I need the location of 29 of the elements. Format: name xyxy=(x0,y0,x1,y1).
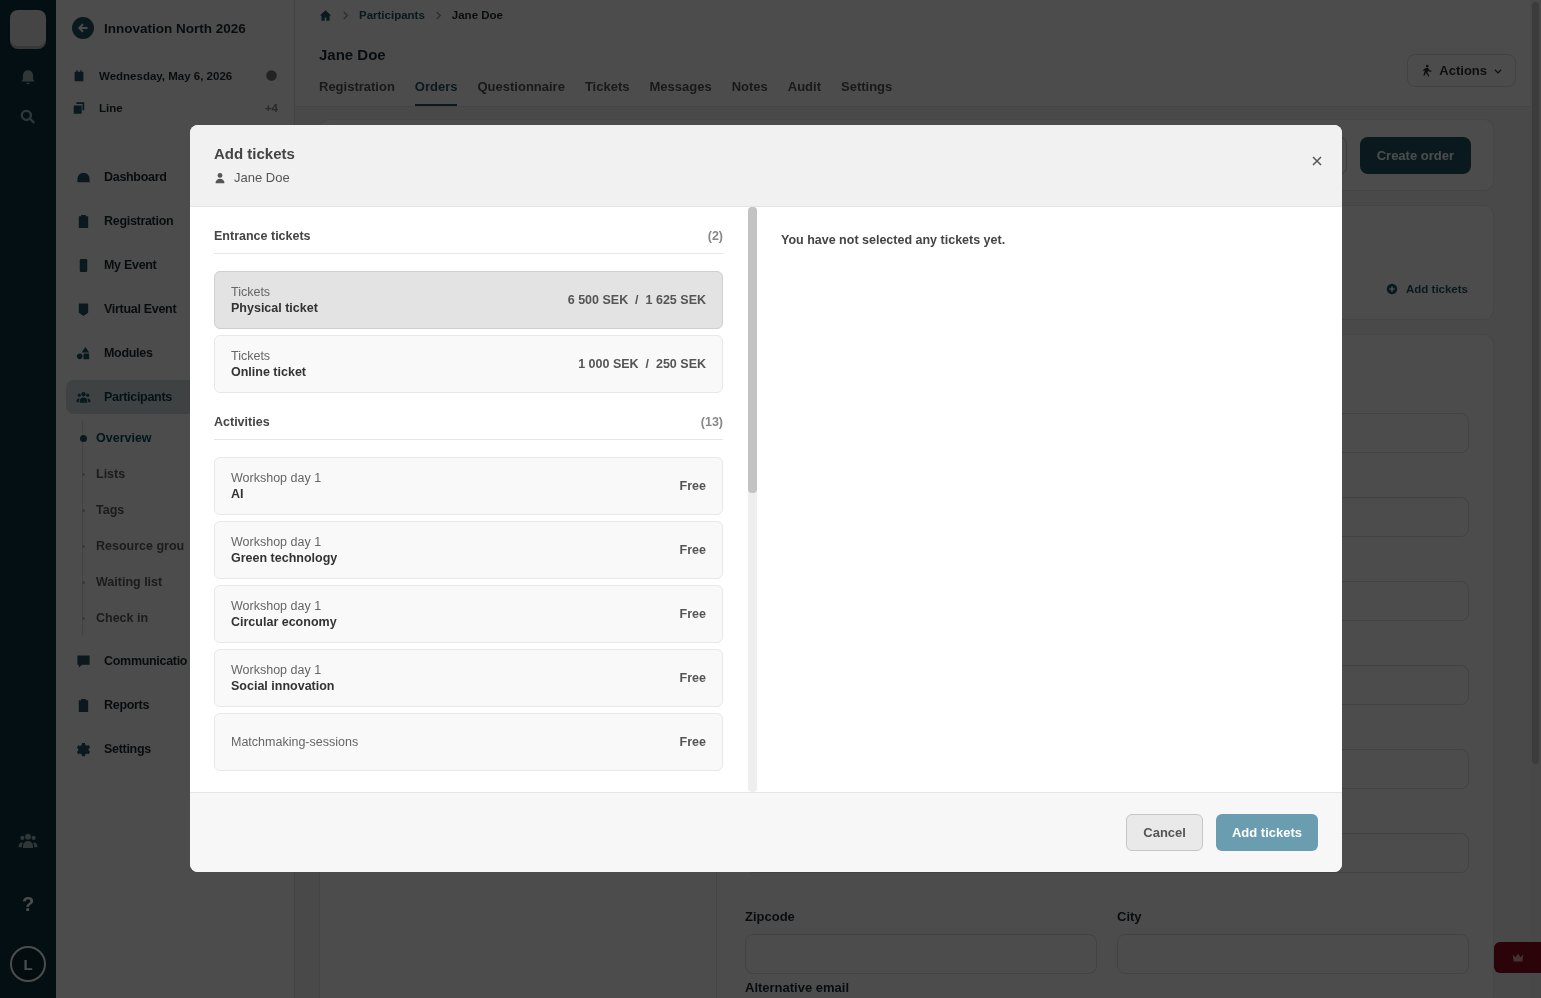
ticket-option[interactable]: Workshop day 1 Green technology Free xyxy=(214,521,723,579)
section-count: (13) xyxy=(700,415,723,429)
modal-title: Add tickets xyxy=(214,145,296,162)
empty-message: You have not selected any tickets yet. xyxy=(781,233,1006,247)
event-date: Wednesday, May 6, 2026 xyxy=(99,70,233,82)
breadcrumb-link[interactable]: Participants xyxy=(359,9,425,21)
close-icon xyxy=(1312,156,1322,166)
section-title: Entrance tickets xyxy=(214,229,311,243)
section-count: (2) xyxy=(707,229,723,243)
user-icon xyxy=(214,171,226,184)
ticket-option[interactable]: Tickets Physical ticket 6 500 SEK / 1 625 SEK xyxy=(214,271,723,329)
ticket-option[interactable]: Workshop day 1 AI Free xyxy=(214,457,723,515)
field-label: Alternative email xyxy=(745,980,851,995)
ticket-option[interactable]: Tickets Online ticket 1 000 SEK / 250 SEK xyxy=(214,335,723,393)
field-label: City xyxy=(1117,909,1143,924)
add-tickets-button[interactable]: Add tickets xyxy=(1215,814,1318,851)
section-title: Activities xyxy=(214,415,270,429)
scrollbar[interactable] xyxy=(748,207,757,792)
cancel-button[interactable]: Cancel xyxy=(1126,814,1203,851)
event-title: Innovation North 2026 xyxy=(104,20,246,36)
page-title: Jane Doe xyxy=(319,46,387,63)
close-button[interactable] xyxy=(1312,156,1322,166)
breadcrumb-current: Jane Doe xyxy=(451,9,503,21)
ticket-option[interactable]: Workshop day 1 Social innovation Free xyxy=(214,649,723,707)
ticket-option[interactable]: Matchmaking-sessions Free xyxy=(214,713,723,771)
line-label: Line xyxy=(99,102,123,114)
field-label: Zipcode xyxy=(745,909,796,924)
participant-name: Jane Doe xyxy=(234,170,290,185)
ticket-option[interactable]: Workshop day 1 Circular economy Free xyxy=(214,585,723,643)
